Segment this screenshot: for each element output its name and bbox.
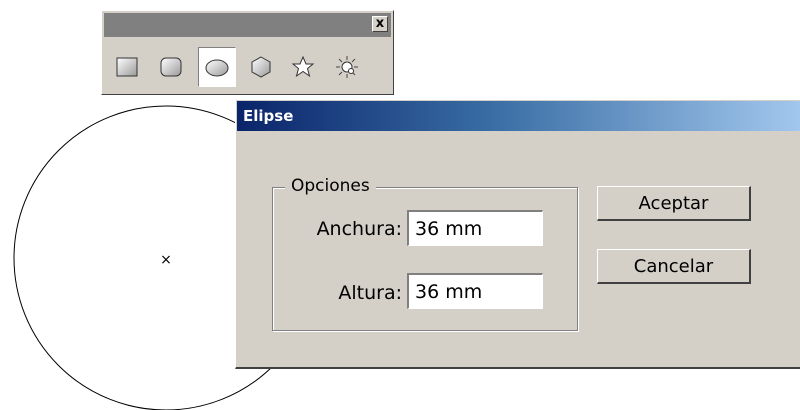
height-label: Altura:	[338, 282, 402, 304]
dialog-title: Elipse	[243, 107, 294, 125]
ellipse-center-mark: ×	[160, 252, 172, 268]
ok-button[interactable]: Aceptar	[597, 186, 751, 221]
rounded-rectangle-icon	[160, 57, 182, 77]
cancel-button-label: Cancelar	[633, 255, 714, 277]
options-groupbox	[272, 187, 578, 331]
options-group-label: Opciones	[285, 176, 376, 196]
width-field[interactable]	[407, 210, 543, 246]
polygon-icon	[251, 56, 271, 78]
cancel-button[interactable]: Cancelar	[597, 249, 751, 284]
shape-tools-palette: x	[101, 10, 394, 95]
palette-close-button[interactable]: x	[372, 16, 388, 32]
palette-titlebar[interactable]: x	[104, 13, 391, 37]
tool-rectangle[interactable]	[108, 47, 146, 87]
rectangle-icon	[116, 57, 138, 77]
flare-icon	[336, 56, 358, 78]
tool-rounded-rectangle[interactable]	[152, 47, 190, 87]
dialog-titlebar[interactable]: Elipse	[237, 101, 800, 131]
close-icon: x	[375, 16, 385, 31]
width-label: Anchura:	[316, 218, 402, 240]
tool-flare[interactable]	[328, 47, 366, 87]
tool-ellipse[interactable]	[198, 47, 236, 87]
ellipse-dialog: Elipse Opciones Anchura: Altura: Aceptar…	[235, 99, 800, 369]
ok-button-label: Aceptar	[638, 192, 709, 214]
star-icon	[291, 55, 315, 78]
height-field[interactable]	[407, 273, 543, 309]
tool-star[interactable]	[284, 47, 322, 87]
tool-polygon[interactable]	[242, 47, 280, 87]
ellipse-icon	[205, 59, 229, 77]
